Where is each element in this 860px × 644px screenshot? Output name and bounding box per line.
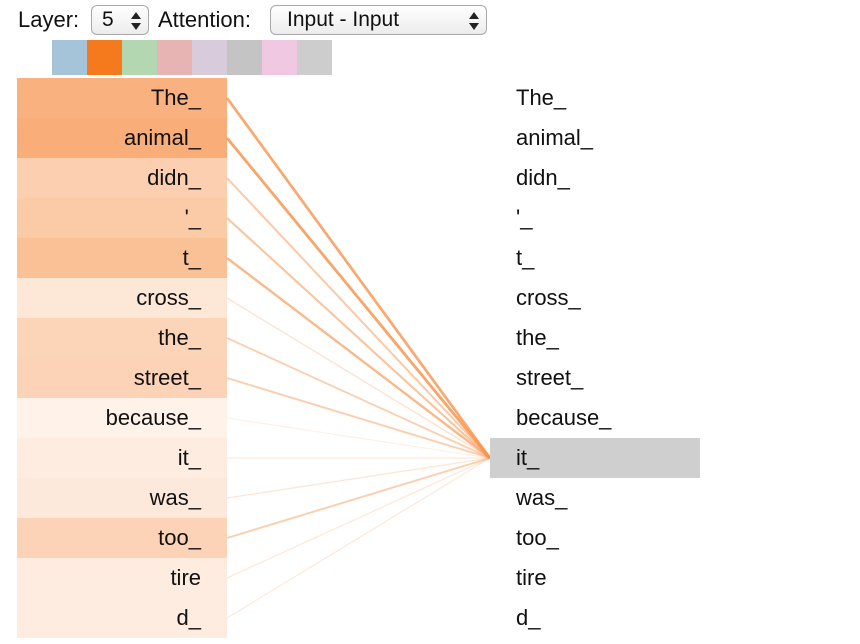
attention-line [225, 137, 492, 459]
target-token[interactable]: the_ [490, 318, 700, 358]
target-token[interactable]: street_ [490, 358, 700, 398]
attention-line [226, 177, 491, 459]
attention-line [226, 417, 491, 459]
target-tokens: The_ animal_ didn_ '_ t_ cross_ the_ street_ bec… [490, 78, 700, 638]
source-token[interactable]: was_ [17, 478, 227, 518]
source-token[interactable]: tire [17, 558, 227, 598]
source-token[interactable]: '_ [17, 198, 227, 238]
attention-line [226, 457, 491, 499]
select-arrows-icon [469, 12, 479, 30]
target-token[interactable]: The_ [490, 78, 700, 118]
attention-line [226, 337, 491, 459]
head-swatch-1[interactable] [52, 40, 87, 75]
source-token[interactable]: didn_ [17, 158, 227, 198]
target-token[interactable]: tire [490, 558, 700, 598]
attention-line [226, 457, 491, 619]
head-swatches [52, 40, 332, 75]
head-swatch-2[interactable] [87, 40, 122, 75]
head-swatch-4[interactable] [157, 40, 192, 75]
target-token[interactable]: was_ [490, 478, 700, 518]
source-token[interactable]: it_ [17, 438, 227, 478]
head-swatch-6[interactable] [227, 40, 262, 75]
source-token[interactable]: The_ [17, 78, 227, 118]
source-token[interactable]: the_ [17, 318, 227, 358]
attention-line [226, 457, 491, 539]
layer-select-value: 5 [102, 8, 114, 31]
target-token[interactable]: t_ [490, 238, 700, 278]
head-swatch-7[interactable] [262, 40, 297, 75]
select-arrows-icon [131, 12, 141, 30]
attention-label: Attention: [158, 7, 251, 32]
attention-line [226, 457, 491, 579]
attention-line [226, 257, 491, 459]
source-token[interactable]: animal_ [17, 118, 227, 158]
attention-line [225, 97, 492, 459]
source-token[interactable]: d_ [17, 598, 227, 638]
head-swatch-8[interactable] [297, 40, 332, 75]
source-token[interactable]: t_ [17, 238, 227, 278]
source-token[interactable]: cross_ [17, 278, 227, 318]
attention-select-value: Input - Input [287, 8, 400, 31]
attention-line [226, 297, 491, 459]
layer-label: Layer: [18, 7, 80, 32]
target-token[interactable]: '_ [490, 198, 700, 238]
target-token[interactable]: because_ [490, 398, 700, 438]
attention-visualization: Layer: 5 Attention: Input - Input The_ an… [0, 0, 860, 644]
layer-select[interactable]: 5 [91, 5, 149, 35]
controls-bar: Layer: 5 Attention: Input - Input [0, 0, 860, 40]
source-token[interactable]: too_ [17, 518, 227, 558]
target-token[interactable]: too_ [490, 518, 700, 558]
target-token-selected[interactable]: it_ [490, 438, 700, 478]
target-token[interactable]: didn_ [490, 158, 700, 198]
target-token[interactable]: d_ [490, 598, 700, 638]
attention-line [226, 217, 491, 459]
attention-line [226, 377, 491, 459]
source-tokens: The_ animal_ didn_ '_ t_ cross_ the_ street_ bec… [17, 78, 227, 638]
head-swatch-3[interactable] [122, 40, 157, 75]
target-token[interactable]: cross_ [490, 278, 700, 318]
source-token[interactable]: street_ [17, 358, 227, 398]
attention-select[interactable]: Input - Input [270, 5, 487, 35]
target-token[interactable]: animal_ [490, 118, 700, 158]
head-swatch-5[interactable] [192, 40, 227, 75]
source-token[interactable]: because_ [17, 398, 227, 438]
